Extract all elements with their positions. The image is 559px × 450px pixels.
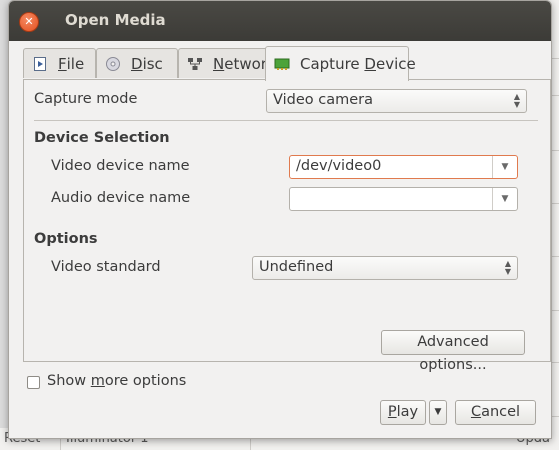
video-device-value: /dev/video0	[296, 158, 382, 174]
capture-device-panel: Capture mode Video camera ▲ ▼ Device Sele…	[23, 79, 551, 373]
video-device-label: Video device name	[51, 158, 190, 174]
cancel-label: ancel	[481, 404, 521, 420]
tab-capture-label-prefix: Capture	[300, 55, 365, 73]
tab-disc-mnemonic: D	[131, 54, 143, 73]
play-mnemonic: P	[387, 404, 397, 420]
capture-mode-value: Video camera	[273, 92, 373, 108]
spin-arrows-icon: ▲ ▼	[513, 92, 520, 109]
show-more-options-checkbox[interactable]	[27, 376, 40, 389]
cancel-button[interactable]: Cancel	[455, 400, 536, 425]
title-bar: ✕ Open Media	[9, 1, 551, 41]
chevron-down-icon: ▼	[434, 407, 442, 417]
window-title: Open Media	[65, 11, 166, 29]
play-dropdown-button[interactable]: ▼	[429, 400, 447, 425]
cancel-mnemonic: C	[470, 404, 482, 420]
capture-mode-label: Capture mode	[34, 91, 138, 107]
audio-device-label: Audio device name	[51, 190, 191, 206]
video-standard-label: Video standard	[51, 259, 161, 275]
play-button[interactable]: Play	[380, 400, 426, 425]
capture-mode-select[interactable]: Video camera ▲ ▼	[266, 89, 527, 113]
network-icon	[187, 56, 203, 72]
audio-device-combo[interactable]: ▼	[289, 187, 518, 211]
play-label: lay	[396, 404, 419, 420]
open-media-dialog: ✕ Open Media File Disc Network Capture D…	[8, 0, 552, 439]
file-icon	[32, 56, 48, 72]
tab-network-mnemonic: N	[213, 54, 225, 73]
tab-disc[interactable]: Disc	[96, 48, 178, 78]
video-standard-value: Undefined	[259, 259, 334, 275]
show-more-rest: ore options	[104, 373, 187, 389]
tab-capture-mnemonic: D	[364, 55, 376, 73]
tab-disc-label: isc	[142, 54, 163, 73]
separator	[34, 120, 538, 121]
video-device-combo[interactable]: /dev/video0 ▼	[289, 155, 518, 179]
tab-capture-device[interactable]: Capture Device	[265, 46, 416, 81]
show-more-prefix: Show	[47, 373, 91, 389]
capture-card-icon	[274, 56, 290, 72]
tab-network[interactable]: Network	[178, 48, 278, 78]
chevron-down-icon[interactable]: ▼	[492, 156, 517, 178]
close-button[interactable]: ✕	[19, 12, 39, 32]
show-more-mnemonic: m	[90, 373, 105, 389]
chevron-down-icon[interactable]: ▼	[492, 188, 517, 210]
disc-icon	[105, 56, 121, 72]
tab-capture-label: evice	[375, 55, 416, 73]
tab-file-mnemonic: F	[58, 54, 67, 73]
show-more-options-label[interactable]: Show more options	[47, 373, 186, 389]
video-standard-select[interactable]: Undefined ▲ ▼	[252, 256, 518, 280]
device-selection-heading: Device Selection	[34, 130, 170, 146]
tab-file[interactable]: File	[23, 48, 96, 78]
close-icon: ✕	[24, 15, 34, 28]
spin-arrows-icon: ▲ ▼	[504, 259, 511, 276]
tab-file-label: ile	[66, 54, 85, 73]
advanced-options-button[interactable]: Advanced options...	[381, 330, 525, 373]
options-heading: Options	[34, 231, 98, 247]
